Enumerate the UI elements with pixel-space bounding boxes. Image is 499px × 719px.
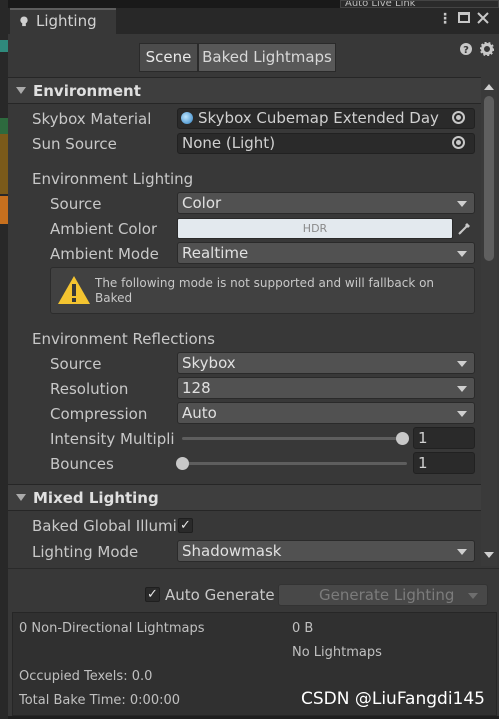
scroll-down-arrow-icon[interactable] [484,552,494,558]
lightmap-size: 0 B [292,621,314,636]
foldout-arrow-icon [16,87,26,94]
background-green-block [0,118,8,134]
lightbulb-icon [20,16,28,27]
bounces-number-field[interactable]: 1 [413,452,475,474]
ambient-color-swatch[interactable]: HDR [177,218,453,239]
auto-generate-checkbox[interactable]: ✓ [145,587,160,602]
chevron-down-icon [457,386,467,392]
help-icon[interactable]: ? [460,43,472,56]
chevron-down-icon [457,411,467,417]
chevron-down-icon [457,549,467,555]
skybox-material-value: Skybox Cubemap Extended Day [198,109,439,127]
skybox-material-label: Skybox Material [32,110,152,128]
lightmap-count: 0 Non-Directional Lightmaps [19,621,205,636]
window-title: Lighting [36,12,97,30]
material-sphere-icon [181,112,193,124]
total-bake-time: Total Bake Time: 0:00:00 [19,693,181,708]
warning-box: The following mode is not supported and … [50,267,475,314]
resolution-dropdown[interactable]: 128 [177,377,475,399]
environment-section-header[interactable]: Environment [8,77,481,104]
background-amber-block [0,196,8,224]
scroll-up-arrow-icon[interactable] [484,84,494,90]
tab-scene[interactable]: Scene [139,43,198,72]
background-teal-block [0,40,8,52]
reflection-source-value: Skybox [182,354,236,372]
sun-object-picker-icon[interactable] [452,136,465,149]
skybox-object-picker-icon[interactable] [452,111,465,124]
ambient-mode-value: Realtime [182,244,249,262]
environment-lighting-header: Environment Lighting [32,170,194,188]
environment-reflections-header: Environment Reflections [32,330,215,348]
watermark: CSDN @LiuFangdi145 [300,689,485,709]
ambient-color-hdr: HDR [302,222,328,235]
sun-source-field[interactable]: None (Light) [177,133,475,154]
ambient-mode-label: Ambient Mode [50,245,159,263]
kebab-menu-icon[interactable]: ⋮ [438,11,452,27]
background-orange-block [0,134,8,194]
no-lightmaps-text: No Lightmaps [292,645,382,660]
mixed-lighting-section-header[interactable]: Mixed Lighting [8,484,481,511]
warning-text: The following mode is not supported and … [95,276,435,305]
chevron-down-icon [457,251,467,257]
section-title: Mixed Lighting [33,489,159,507]
resolution-value: 128 [182,379,211,397]
intensity-slider-track[interactable] [182,437,402,440]
compression-label: Compression [50,405,148,423]
lighting-mode-dropdown[interactable]: Shadowmask [177,540,475,562]
chevron-down-icon [457,361,467,367]
maximize-icon[interactable] [458,12,470,23]
chevron-down-icon [468,593,478,599]
background-toolbar-button: Auto Live Link [340,0,499,8]
close-icon[interactable] [477,12,489,24]
bounces-value: 1 [418,454,428,472]
background-toolbar-label: Auto Live Link [345,0,416,8]
chevron-down-icon [457,201,467,207]
bounces-slider-thumb[interactable] [176,457,189,470]
compression-value: Auto [182,404,217,422]
intensity-number-field[interactable]: 1 [413,427,475,449]
lighting-source-dropdown[interactable]: Color [177,192,475,214]
intensity-slider-thumb[interactable] [396,432,409,445]
intensity-value: 1 [418,429,428,447]
intensity-multiplier-label: Intensity Multiplie [50,430,174,448]
resolution-label: Resolution [50,380,129,398]
lighting-source-value: Color [182,194,222,212]
reflection-source-dropdown[interactable]: Skybox [177,352,475,374]
checkmark-icon: ✓ [180,518,191,533]
compression-dropdown[interactable]: Auto [177,402,475,424]
baked-gi-checkbox[interactable]: ✓ [178,518,193,533]
bounces-label: Bounces [50,455,114,473]
eyedropper-icon[interactable] [457,220,473,236]
bounces-slider-track[interactable] [182,462,407,465]
lighting-mode-value: Shadowmask [182,542,282,560]
settings-icon[interactable] [480,42,494,56]
checkmark-icon: ✓ [147,587,158,602]
ambient-mode-dropdown[interactable]: Realtime [177,242,475,264]
generate-lighting-label: Generate Lighting [319,586,455,604]
occupied-texels: Occupied Texels: 0.0 [19,669,153,684]
footer-divider [8,568,499,569]
generate-lighting-button[interactable]: Generate Lighting [278,584,488,606]
scrollbar-thumb[interactable] [484,96,494,261]
skybox-material-field[interactable]: Skybox Cubemap Extended Day [177,108,475,129]
ambient-color-label: Ambient Color [50,220,158,238]
sun-source-value: None (Light) [182,134,276,152]
tab-baked-lightmaps[interactable]: Baked Lightmaps [198,43,336,72]
sun-source-label: Sun Source [32,135,117,153]
background-editor-left [0,0,8,719]
section-title: Environment [33,82,141,100]
auto-generate-label: Auto Generate [165,586,275,604]
baked-gi-label: Baked Global Illumir [32,517,176,535]
reflection-source-label: Source [50,355,102,373]
warning-icon [58,276,90,304]
foldout-arrow-icon [16,494,26,501]
lighting-mode-label: Lighting Mode [32,543,139,561]
lighting-source-label: Source [50,195,102,213]
svg-text:?: ? [463,45,469,56]
